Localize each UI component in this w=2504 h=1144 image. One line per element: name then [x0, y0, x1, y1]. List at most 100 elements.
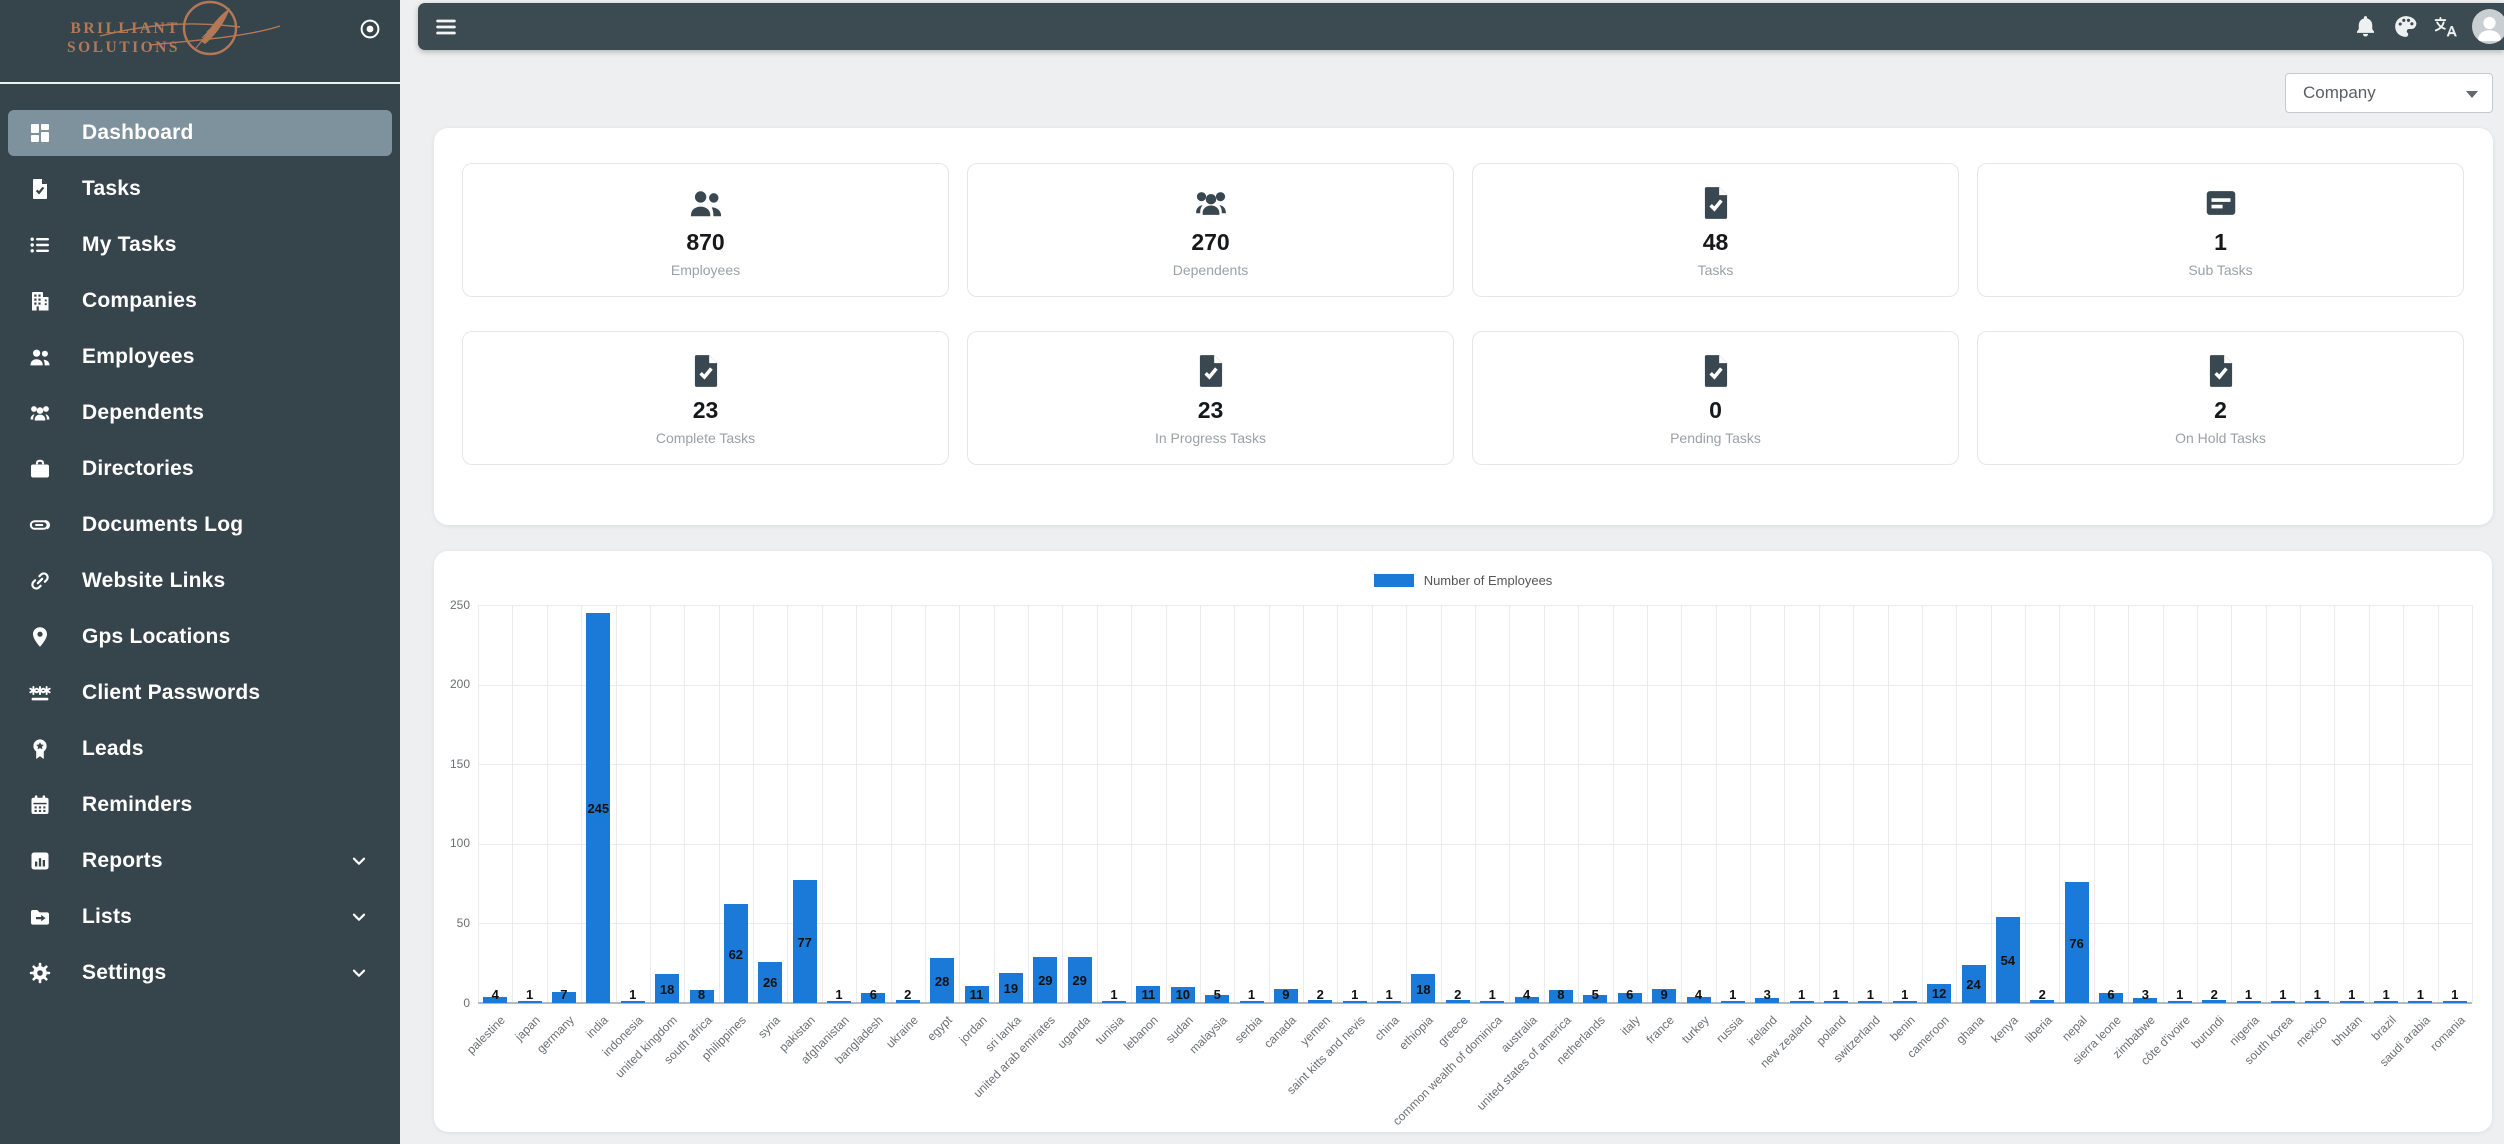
company-select[interactable]: Company [2285, 73, 2493, 113]
sidebar-item-leads[interactable]: Leads [8, 726, 392, 772]
dependents-icon [30, 406, 50, 421]
gridline-v [2025, 605, 2027, 1003]
stat-card-complete-tasks: 23 Complete Tasks [462, 331, 949, 465]
sidebar-item-label: Dependents [82, 401, 205, 424]
chart-legend[interactable]: Number of Employees [434, 573, 2492, 588]
sidebar-item-client-passwords[interactable]: Client Passwords [8, 670, 392, 716]
sidebar-item-dependents[interactable]: Dependents [8, 390, 392, 436]
employees-by-country-chart: Number of Employees 0 50 100 150 200 250 4 pale… [434, 551, 2492, 1132]
stat-value: 48 [1702, 228, 1729, 255]
gridline-v [1543, 605, 1545, 1003]
stat-label: On Hold Tasks [2175, 429, 2266, 446]
sidebar-item-documents-log[interactable]: Documents Log [8, 502, 392, 548]
reminders-icon [31, 795, 49, 814]
my-tasks-icon [30, 237, 49, 253]
chevron-down-icon [352, 857, 366, 865]
palette-icon [2395, 16, 2417, 37]
reports-icon [31, 852, 49, 870]
rows-icon [2206, 190, 2235, 215]
app-logo: BRILLIANT SOLUTIONS [0, 0, 400, 84]
bar-value-label: 1 [2451, 987, 2459, 1002]
sidebar-item-gps-locations[interactable]: Gps Locations [8, 614, 392, 660]
avatar-person-icon [2478, 16, 2501, 42]
sidebar-item-label: Gps Locations [82, 625, 231, 648]
stat-label: Tasks [1697, 261, 1734, 278]
gridline-v [1440, 605, 1442, 1003]
topbar-actions [2352, 3, 2504, 50]
gridline-v [512, 605, 514, 1003]
legend-swatch [1373, 574, 1414, 587]
sidebar-item-companies[interactable]: Companies [8, 278, 392, 324]
sidebar-item-settings[interactable]: Settings [8, 950, 392, 996]
gridline-v [1578, 605, 1580, 1003]
bar-value-label: 8 [697, 987, 706, 1002]
gridline-v [1750, 605, 1752, 1003]
tasks-icon [33, 179, 47, 199]
gridline-v [1681, 605, 1683, 1003]
sidebar-item-reports[interactable]: Reports [8, 838, 392, 884]
sidebar-item-label: My Tasks [82, 233, 177, 256]
stats-panel: 870 Employees 270 Dependents 48 Tasks 1 Sub Tas… [434, 128, 2493, 525]
gridline-v [2300, 605, 2302, 1003]
chevron-down-icon [352, 913, 366, 921]
stat-label: Dependents [1172, 261, 1249, 278]
gridline-v [478, 605, 479, 1003]
settings-icon [29, 962, 51, 984]
logo-text-line1: BRILLIANT [70, 20, 180, 37]
gridline-v [856, 605, 858, 1003]
y-axis-tick: 150 [449, 756, 470, 771]
bar-value-label: 245 [587, 801, 610, 816]
stat-value: 1 [2214, 228, 2227, 255]
stat-label: Pending Tasks [1670, 429, 1761, 446]
bar-value-label: 54 [2000, 953, 2016, 968]
gridline-v [2472, 605, 2473, 1003]
stat-card-tasks: 48 Tasks [1472, 163, 1959, 297]
bell-button[interactable] [2352, 13, 2379, 40]
client-passwords-icon [29, 685, 51, 701]
user-avatar[interactable] [2472, 9, 2504, 44]
gridline-v [2231, 605, 2233, 1003]
sidebar-item-label: Directories [82, 457, 194, 480]
sidebar-collapse-toggle-icon[interactable] [358, 17, 382, 41]
gridline-v [1887, 605, 1889, 1003]
sidebar-item-label: Website Links [82, 569, 226, 592]
gridline-v [1853, 605, 1855, 1003]
website-links-icon [31, 572, 49, 590]
directories-icon [31, 459, 49, 478]
sidebar-item-my-tasks[interactable]: My Tasks [8, 222, 392, 268]
stat-card-pending-tasks: 0 Pending Tasks [1472, 331, 1959, 465]
gridline-v [1131, 605, 1133, 1003]
bar-value-label: 76 [2069, 935, 2084, 951]
sidebar-item-label: Settings [82, 961, 167, 984]
y-axis-tick: 250 [449, 597, 470, 612]
stat-value: 2 [2214, 396, 2227, 423]
sidebar-nav: Dashboard Tasks My Tasks Companies Employees… [0, 84, 400, 996]
y-axis-tick: 50 [456, 915, 470, 930]
bell-icon [2356, 16, 2375, 37]
gridline-v [546, 605, 548, 1003]
file-check-icon [694, 354, 717, 387]
stat-card-on-hold-tasks: 2 On Hold Tasks [1977, 331, 2464, 465]
sidebar: BRILLIANT SOLUTIONS Dashboard Tasks My Tas… [0, 0, 400, 1144]
sidebar-item-tasks[interactable]: Tasks [8, 166, 392, 212]
gridline-v [1818, 605, 1820, 1003]
sidebar-item-label: Documents Log [82, 513, 244, 536]
y-axis-tick: 100 [449, 836, 470, 851]
file-check-icon [1704, 186, 1727, 219]
stat-label: In Progress Tasks [1154, 429, 1266, 446]
sidebar-item-reminders[interactable]: Reminders [8, 782, 392, 828]
sidebar-item-label: Dashboard [82, 121, 194, 144]
sidebar-item-directories[interactable]: Directories [8, 446, 392, 492]
palette-button[interactable] [2392, 13, 2419, 40]
translate-button[interactable] [2432, 13, 2459, 40]
sidebar-item-label: Companies [82, 289, 197, 312]
sidebar-item-website-links[interactable]: Website Links [8, 558, 392, 604]
hamburger-menu-icon[interactable] [433, 14, 459, 40]
gridline-v [1303, 605, 1305, 1003]
gridline-v [1371, 605, 1373, 1003]
sidebar-item-lists[interactable]: Lists [8, 894, 392, 940]
sidebar-item-employees[interactable]: Employees [8, 334, 392, 380]
gridline-v [2368, 605, 2370, 1003]
sidebar-item-dashboard[interactable]: Dashboard [8, 110, 392, 156]
stat-card-employees: 870 Employees [462, 163, 949, 297]
